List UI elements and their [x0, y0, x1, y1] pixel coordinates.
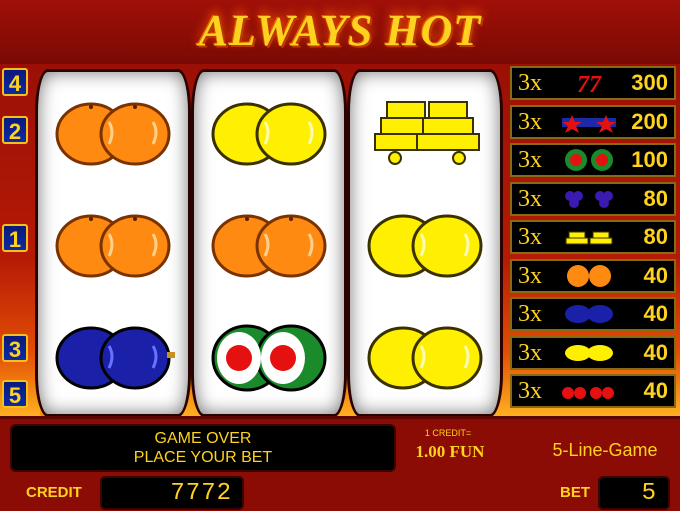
orange-symbol: [43, 82, 183, 182]
paytable-row-lemon: 3x 40: [510, 335, 676, 370]
paytable-payout: 200: [631, 108, 668, 134]
paytable-multiplier: 3x: [518, 70, 542, 96]
line-marker-2[interactable]: 2: [2, 116, 28, 144]
paytable-multiplier: 3x: [518, 262, 542, 289]
line-marker-1[interactable]: 1: [2, 224, 28, 252]
line-marker-5[interactable]: 5: [2, 380, 28, 408]
bar-symbol: [355, 82, 495, 182]
paytable-payout: 40: [643, 339, 668, 365]
denomination-label: 1 CREDIT=: [424, 428, 472, 438]
paytable-multiplier: 3x: [518, 108, 542, 135]
paytable: 3x 77 300 3x 200 3x 100 3x 80 3x 80 3x 40 3x 40 3x 40 3x 4…: [510, 66, 680, 410]
line-marker-4[interactable]: 4: [2, 68, 28, 96]
paytable-row-stars: 3x 200: [510, 104, 676, 139]
paytable-payout: 80: [643, 185, 668, 211]
paytable-payout: 300: [631, 70, 668, 95]
credit-label: CREDIT: [26, 484, 82, 501]
lemon-symbol: [199, 82, 339, 182]
paytable-multiplier: 3x: [518, 301, 542, 327]
paytable-payout: 40: [643, 378, 668, 403]
paytable-multiplier: 3x: [518, 378, 542, 404]
status-line-2: PLACE YOUR BET: [133, 449, 273, 466]
credit-value: 7772: [170, 480, 232, 507]
credit-display: 7772: [102, 478, 242, 508]
reel-2: [194, 72, 344, 414]
orange-symbol: [43, 194, 183, 294]
paytable-multiplier: 3x: [518, 224, 542, 250]
lemon-symbol: [355, 306, 495, 406]
game-logo: ALWAYS HOT: [198, 6, 482, 55]
paytable-row-grapes: 3x 80: [510, 181, 676, 216]
melon-symbol: [199, 306, 339, 406]
lemon-symbol: [355, 194, 495, 294]
bet-display[interactable]: 5: [600, 478, 668, 508]
reel-1: [38, 72, 188, 414]
reel-3: [350, 72, 500, 414]
paytable-payout: 100: [631, 147, 668, 172]
bet-value: 5: [641, 480, 656, 507]
paytable-payout: 80: [643, 224, 668, 249]
paytable-payout: 40: [643, 301, 668, 326]
plum-symbol: [43, 306, 183, 406]
paytable-row-melon: 3x 100: [510, 143, 676, 177]
paytable-multiplier: 3x: [518, 339, 542, 366]
paytable-row-plum: 3x 40: [510, 297, 676, 331]
paytable-row-bar: 3x 80: [510, 220, 676, 254]
status-line-1: GAME OVER: [154, 430, 252, 447]
paytable-row-seven: 3x 77 300: [510, 66, 676, 100]
paytable-multiplier: 3x: [518, 147, 542, 173]
paytable-row-cherry: 3x 40: [510, 374, 676, 408]
bet-label: BET: [560, 484, 590, 501]
orange-symbol: [199, 194, 339, 294]
paytable-payout: 40: [643, 262, 668, 288]
svg-text:77: 77: [577, 72, 602, 96]
paytable-row-orange: 3x 40: [510, 258, 676, 293]
paytable-multiplier: 3x: [518, 185, 542, 212]
line-marker-3[interactable]: 3: [2, 334, 28, 362]
game-mode-label: 5-Line-Game: [552, 440, 658, 460]
denomination-value: 1.00 FUN: [415, 442, 485, 461]
status-message-box: GAME OVER PLACE YOUR BET: [12, 426, 394, 470]
